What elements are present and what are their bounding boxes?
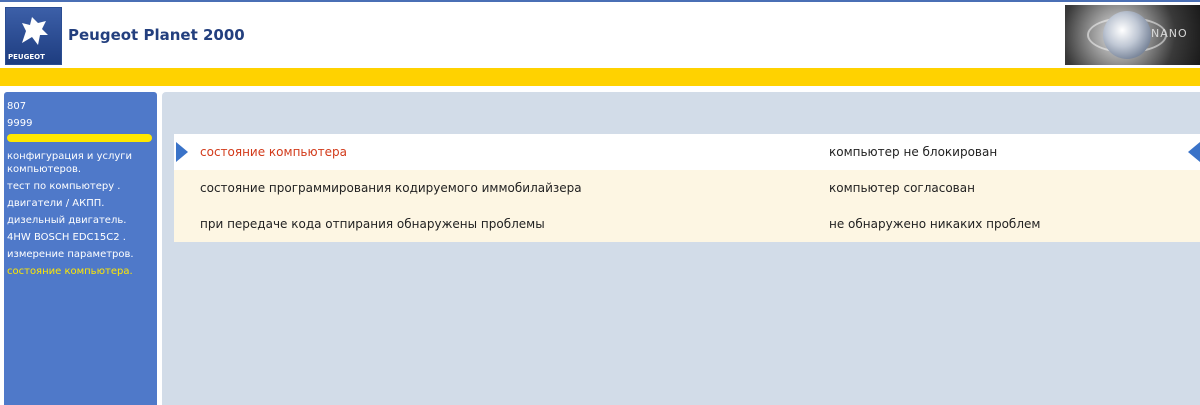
peugeot-lion-icon: PEUGEOT	[5, 7, 62, 65]
banner-image: NANO	[1065, 5, 1200, 65]
status-table: состояние компьютера компьютер не блокир…	[174, 134, 1200, 242]
row-value: не обнаружено никаких проблем	[829, 217, 1041, 231]
banner-text: NANO	[1151, 27, 1188, 40]
table-row[interactable]: состояние компьютера компьютер не блокир…	[174, 134, 1200, 170]
row-value: компьютер не блокирован	[829, 145, 998, 159]
globe-icon	[1103, 11, 1151, 59]
sidebar: 807 9999 конфигурация и услуги компьютер…	[4, 92, 157, 405]
sidebar-item-ecu[interactable]: 4HW BOSCH EDC15C2 .	[7, 231, 154, 244]
row-label: состояние программирования кодируемого и…	[200, 181, 582, 195]
triangle-left-icon	[1188, 142, 1200, 162]
sidebar-item-measurements[interactable]: измерение параметров.	[7, 248, 154, 261]
sidebar-item-code[interactable]: 9999	[7, 117, 154, 130]
table-row[interactable]: состояние программирования кодируемого и…	[174, 170, 1200, 206]
sidebar-item-config[interactable]: конфигурация и услуги компьютеров.	[7, 150, 154, 176]
table-row[interactable]: при передаче кода отпирания обнаружены п…	[174, 206, 1200, 242]
sidebar-item-computer-test[interactable]: тест по компьютеру .	[7, 180, 154, 193]
sidebar-item-computer-state[interactable]: состояние компьютера.	[7, 265, 154, 278]
row-value: компьютер согласован	[829, 181, 975, 195]
brand-logo-text: PEUGEOT	[8, 53, 45, 61]
main-panel: состояние компьютера компьютер не блокир…	[162, 92, 1200, 405]
row-label: состояние компьютера	[200, 145, 347, 159]
app-header: PEUGEOT Peugeot Planet 2000 NANO	[0, 0, 1200, 68]
sidebar-item-highlighted[interactable]	[7, 134, 152, 142]
sidebar-item-diesel[interactable]: дизельный двигатель.	[7, 214, 154, 227]
yellow-divider	[0, 68, 1200, 86]
row-label: при передаче кода отпирания обнаружены п…	[200, 217, 545, 231]
triangle-right-icon	[176, 142, 188, 162]
app-title: Peugeot Planet 2000	[68, 26, 245, 44]
sidebar-item-engines[interactable]: двигатели / АКПП.	[7, 197, 154, 210]
sidebar-item-model[interactable]: 807	[7, 100, 154, 113]
